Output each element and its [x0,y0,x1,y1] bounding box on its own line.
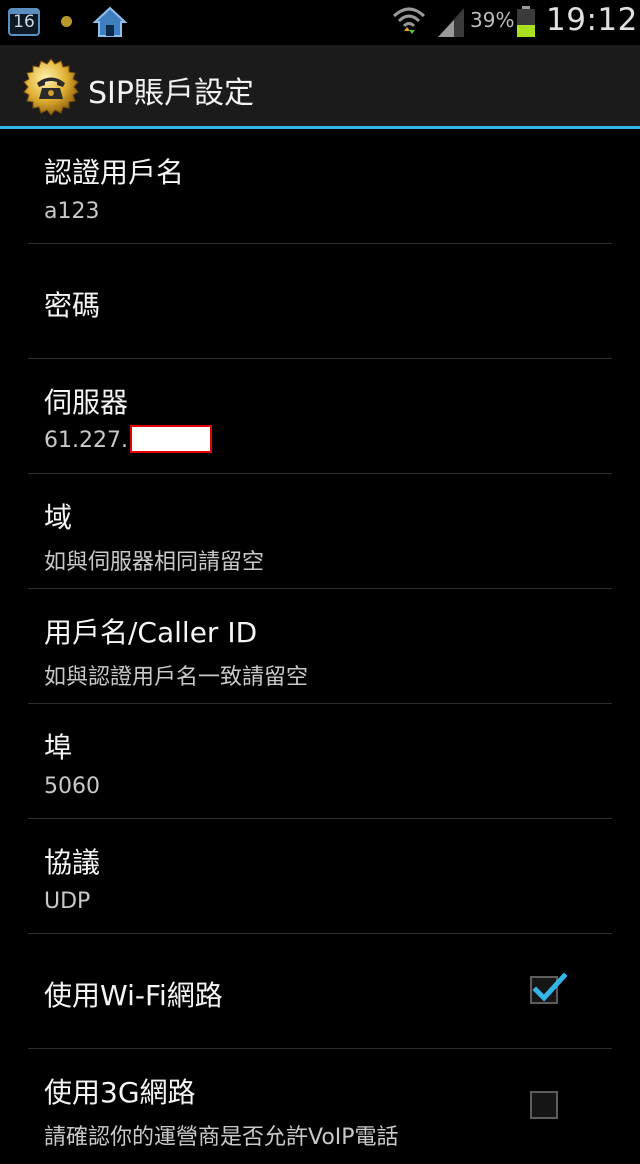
pref-summary-wrap: 61.227. [44,425,212,453]
redaction-box [129,425,212,453]
battery-percent: 39% [470,8,515,32]
pref-title: 伺服器 [44,386,129,419]
pref-title: 密碼 [44,289,101,322]
pref-summary: 61.227. [44,428,128,453]
checkmark-icon [532,972,568,1002]
notification-dot-icon [61,16,72,27]
status-bar: 16 39% 19:12 [0,0,640,45]
pref-summary: UDP [44,889,91,914]
pref-title: 用戶名/Caller ID [44,616,258,649]
pref-title: 使用3G網路 [44,1076,196,1109]
pref-summary: 請確認你的運營商是否允許VoIP電話 [44,1125,399,1150]
page-title: SIP賬戶設定 [88,76,254,111]
pref-username-caller-id[interactable]: 用戶名/Caller ID 如與認證用戶名一致請留空 [0,589,640,704]
clock: 19:12 [546,2,638,38]
pref-title: 認證用戶名 [44,156,185,189]
home-icon [92,6,128,37]
wifi-icon [392,7,426,34]
pref-protocol[interactable]: 協議 UDP [0,819,640,934]
calendar-icon: 16 [8,8,40,36]
pref-summary: 5060 [44,774,100,799]
pref-title: 使用Wi-Fi網路 [44,979,223,1012]
preference-list: 認證用戶名 a123 密碼 伺服器 61.227. 域 如與伺服器相同請留空 用… [0,129,640,1164]
pref-summary: a123 [44,199,100,224]
pref-summary: 如與認證用戶名一致請留空 [44,665,309,690]
pref-title: 埠 [44,731,73,764]
calendar-day: 16 [13,12,35,32]
pref-domain[interactable]: 域 如與伺服器相同請留空 [0,474,640,589]
phone-seal-icon[interactable] [22,58,80,116]
wifi-checkbox[interactable] [530,972,568,1004]
3g-checkbox[interactable] [530,1091,558,1119]
pref-title: 域 [44,501,73,534]
pref-password[interactable]: 密碼 [0,244,640,359]
pref-use-wifi[interactable]: 使用Wi-Fi網路 [0,934,640,1049]
pref-server[interactable]: 伺服器 61.227. [0,359,640,474]
pref-title: 協議 [44,846,101,879]
signal-icon [438,8,464,37]
pref-summary: 如與伺服器相同請留空 [44,550,265,575]
pref-use-3g[interactable]: 使用3G網路 請確認你的運營商是否允許VoIP電話 [0,1049,640,1164]
pref-auth-username[interactable]: 認證用戶名 a123 [0,129,640,244]
pref-port[interactable]: 埠 5060 [0,704,640,819]
battery-icon [517,6,535,37]
